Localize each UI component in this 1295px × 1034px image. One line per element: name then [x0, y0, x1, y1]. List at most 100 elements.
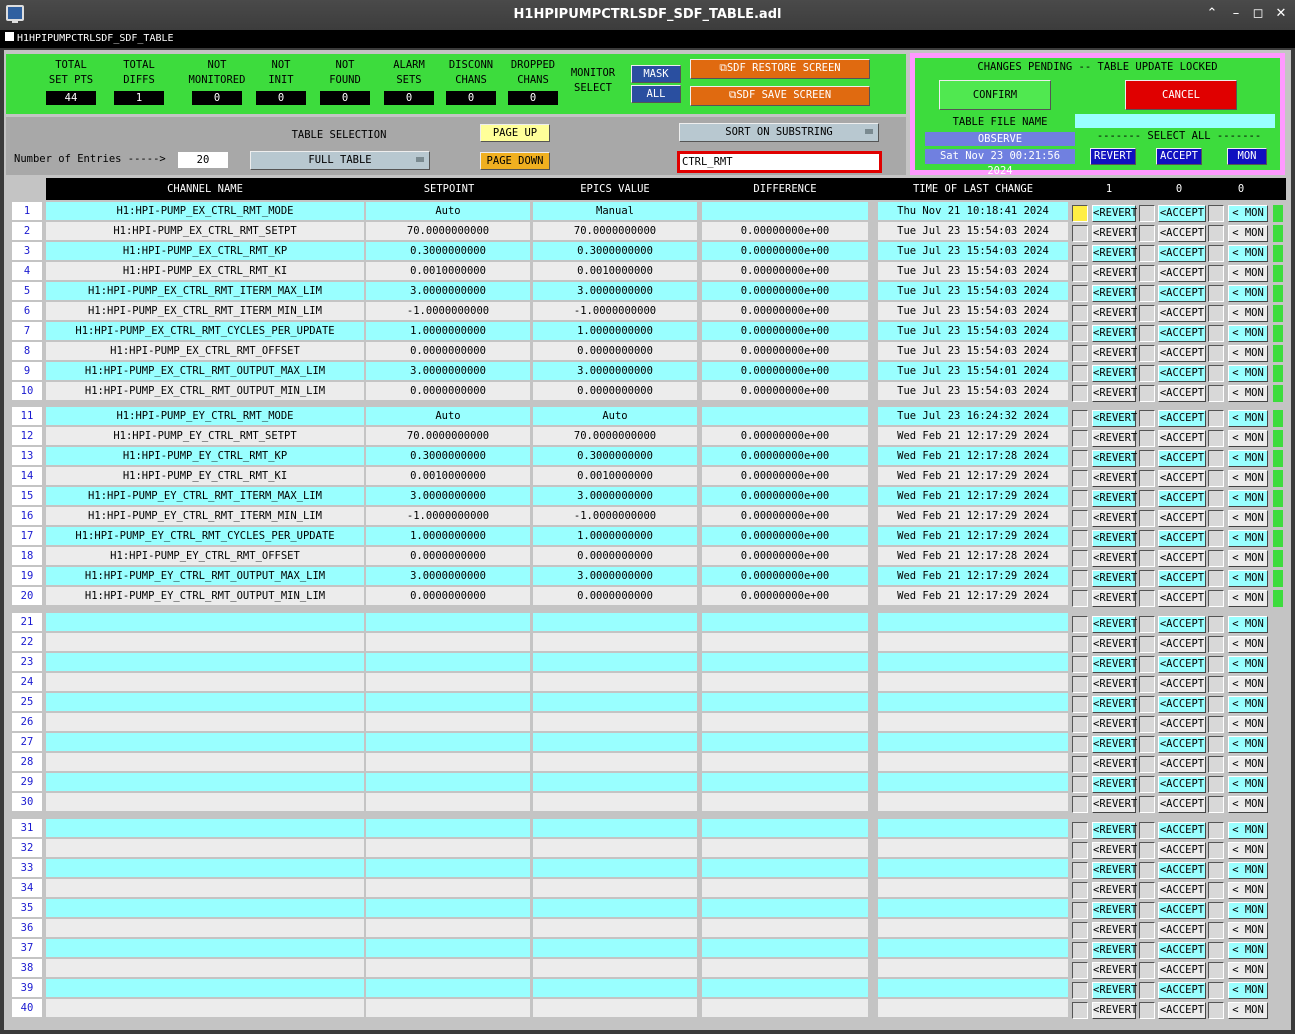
revert-checkbox[interactable]	[1072, 385, 1088, 402]
mon-button[interactable]: < MON	[1228, 716, 1268, 733]
mon-button[interactable]: < MON	[1228, 510, 1268, 527]
mon-checkbox[interactable]	[1208, 410, 1224, 427]
revert-checkbox[interactable]	[1072, 265, 1088, 282]
revert-checkbox[interactable]	[1072, 285, 1088, 302]
accept-checkbox[interactable]	[1139, 530, 1155, 547]
revert-checkbox[interactable]	[1072, 510, 1088, 527]
accept-button[interactable]: <ACCEPT	[1158, 922, 1206, 939]
mon-checkbox[interactable]	[1208, 550, 1224, 567]
accept-button[interactable]: <ACCEPT	[1158, 862, 1206, 879]
accept-checkbox[interactable]	[1139, 205, 1155, 222]
accept-checkbox[interactable]	[1139, 490, 1155, 507]
accept-checkbox[interactable]	[1139, 942, 1155, 959]
accept-button[interactable]: <ACCEPT	[1158, 285, 1206, 302]
accept-button[interactable]: <ACCEPT	[1158, 550, 1206, 567]
revert-button[interactable]: <REVERT	[1092, 265, 1137, 282]
mon-button[interactable]: < MON	[1228, 616, 1268, 633]
revert-checkbox[interactable]	[1072, 470, 1088, 487]
accept-checkbox[interactable]	[1139, 982, 1155, 999]
accept-checkbox[interactable]	[1139, 365, 1155, 382]
revert-button[interactable]: <REVERT	[1092, 365, 1137, 382]
mon-button[interactable]: < MON	[1228, 862, 1268, 879]
mon-button[interactable]: < MON	[1228, 530, 1268, 547]
revert-checkbox[interactable]	[1072, 942, 1088, 959]
revert-checkbox[interactable]	[1072, 696, 1088, 713]
mon-button[interactable]: < MON	[1228, 225, 1268, 242]
substring-input[interactable]: CTRL_RMT	[677, 151, 882, 173]
revert-button[interactable]: <REVERT	[1092, 736, 1137, 753]
mon-checkbox[interactable]	[1208, 822, 1224, 839]
revert-button[interactable]: <REVERT	[1092, 716, 1137, 733]
revert-checkbox[interactable]	[1072, 756, 1088, 773]
revert-button[interactable]: <REVERT	[1092, 862, 1137, 879]
revert-checkbox[interactable]	[1072, 1002, 1088, 1019]
revert-checkbox[interactable]	[1072, 450, 1088, 467]
revert-checkbox[interactable]	[1072, 430, 1088, 447]
mon-checkbox[interactable]	[1208, 736, 1224, 753]
accept-checkbox[interactable]	[1139, 1002, 1155, 1019]
accept-button[interactable]: <ACCEPT	[1158, 225, 1206, 242]
accept-checkbox[interactable]	[1139, 862, 1155, 879]
mon-checkbox[interactable]	[1208, 616, 1224, 633]
revert-button[interactable]: <REVERT	[1092, 490, 1137, 507]
revert-button[interactable]: <REVERT	[1092, 510, 1137, 527]
mon-button[interactable]: < MON	[1228, 570, 1268, 587]
accept-checkbox[interactable]	[1139, 285, 1155, 302]
mon-checkbox[interactable]	[1208, 365, 1224, 382]
revert-checkbox[interactable]	[1072, 225, 1088, 242]
mon-button[interactable]: < MON	[1228, 470, 1268, 487]
mon-checkbox[interactable]	[1208, 345, 1224, 362]
accept-checkbox[interactable]	[1139, 265, 1155, 282]
revert-button[interactable]: <REVERT	[1092, 776, 1137, 793]
revert-button[interactable]: <REVERT	[1092, 530, 1137, 547]
mon-checkbox[interactable]	[1208, 225, 1224, 242]
revert-checkbox[interactable]	[1072, 205, 1088, 222]
mon-checkbox[interactable]	[1208, 942, 1224, 959]
accept-button[interactable]: <ACCEPT	[1158, 696, 1206, 713]
accept-checkbox[interactable]	[1139, 616, 1155, 633]
accept-checkbox[interactable]	[1139, 325, 1155, 342]
accept-button[interactable]: <ACCEPT	[1158, 616, 1206, 633]
mon-button[interactable]: < MON	[1228, 430, 1268, 447]
revert-button[interactable]: <REVERT	[1092, 942, 1137, 959]
cancel-button[interactable]: CANCEL	[1125, 80, 1237, 110]
accept-button[interactable]: <ACCEPT	[1158, 962, 1206, 979]
mon-button[interactable]: < MON	[1228, 590, 1268, 607]
mon-button[interactable]: < MON	[1228, 696, 1268, 713]
sdf-restore-button[interactable]: ⧉SDF RESTORE SCREEN	[690, 59, 870, 79]
mon-checkbox[interactable]	[1208, 696, 1224, 713]
revert-button[interactable]: <REVERT	[1092, 590, 1137, 607]
accept-button[interactable]: <ACCEPT	[1158, 510, 1206, 527]
mon-button[interactable]: < MON	[1228, 365, 1268, 382]
mon-checkbox[interactable]	[1208, 570, 1224, 587]
revert-button[interactable]: <REVERT	[1092, 450, 1137, 467]
accept-checkbox[interactable]	[1139, 756, 1155, 773]
mon-button[interactable]: < MON	[1228, 982, 1268, 999]
accept-button[interactable]: <ACCEPT	[1158, 365, 1206, 382]
accept-button[interactable]: <ACCEPT	[1158, 410, 1206, 427]
mon-button[interactable]: < MON	[1228, 882, 1268, 899]
revert-button[interactable]: <REVERT	[1092, 982, 1137, 999]
mon-checkbox[interactable]	[1208, 305, 1224, 322]
revert-checkbox[interactable]	[1072, 736, 1088, 753]
accept-button[interactable]: <ACCEPT	[1158, 325, 1206, 342]
accept-button[interactable]: <ACCEPT	[1158, 265, 1206, 282]
mon-checkbox[interactable]	[1208, 636, 1224, 653]
accept-checkbox[interactable]	[1139, 822, 1155, 839]
mon-button[interactable]: < MON	[1228, 385, 1268, 402]
revert-checkbox[interactable]	[1072, 345, 1088, 362]
page-down-button[interactable]: PAGE DOWN	[480, 152, 550, 170]
mon-checkbox[interactable]	[1208, 470, 1224, 487]
revert-checkbox[interactable]	[1072, 245, 1088, 262]
revert-button[interactable]: <REVERT	[1092, 656, 1137, 673]
mon-checkbox[interactable]	[1208, 205, 1224, 222]
revert-checkbox[interactable]	[1072, 365, 1088, 382]
revert-button[interactable]: <REVERT	[1092, 756, 1137, 773]
mon-button[interactable]: < MON	[1228, 776, 1268, 793]
mon-button[interactable]: < MON	[1228, 736, 1268, 753]
accept-button[interactable]: <ACCEPT	[1158, 470, 1206, 487]
revert-button[interactable]: <REVERT	[1092, 205, 1137, 222]
revert-checkbox[interactable]	[1072, 305, 1088, 322]
revert-checkbox[interactable]	[1072, 410, 1088, 427]
mon-checkbox[interactable]	[1208, 902, 1224, 919]
